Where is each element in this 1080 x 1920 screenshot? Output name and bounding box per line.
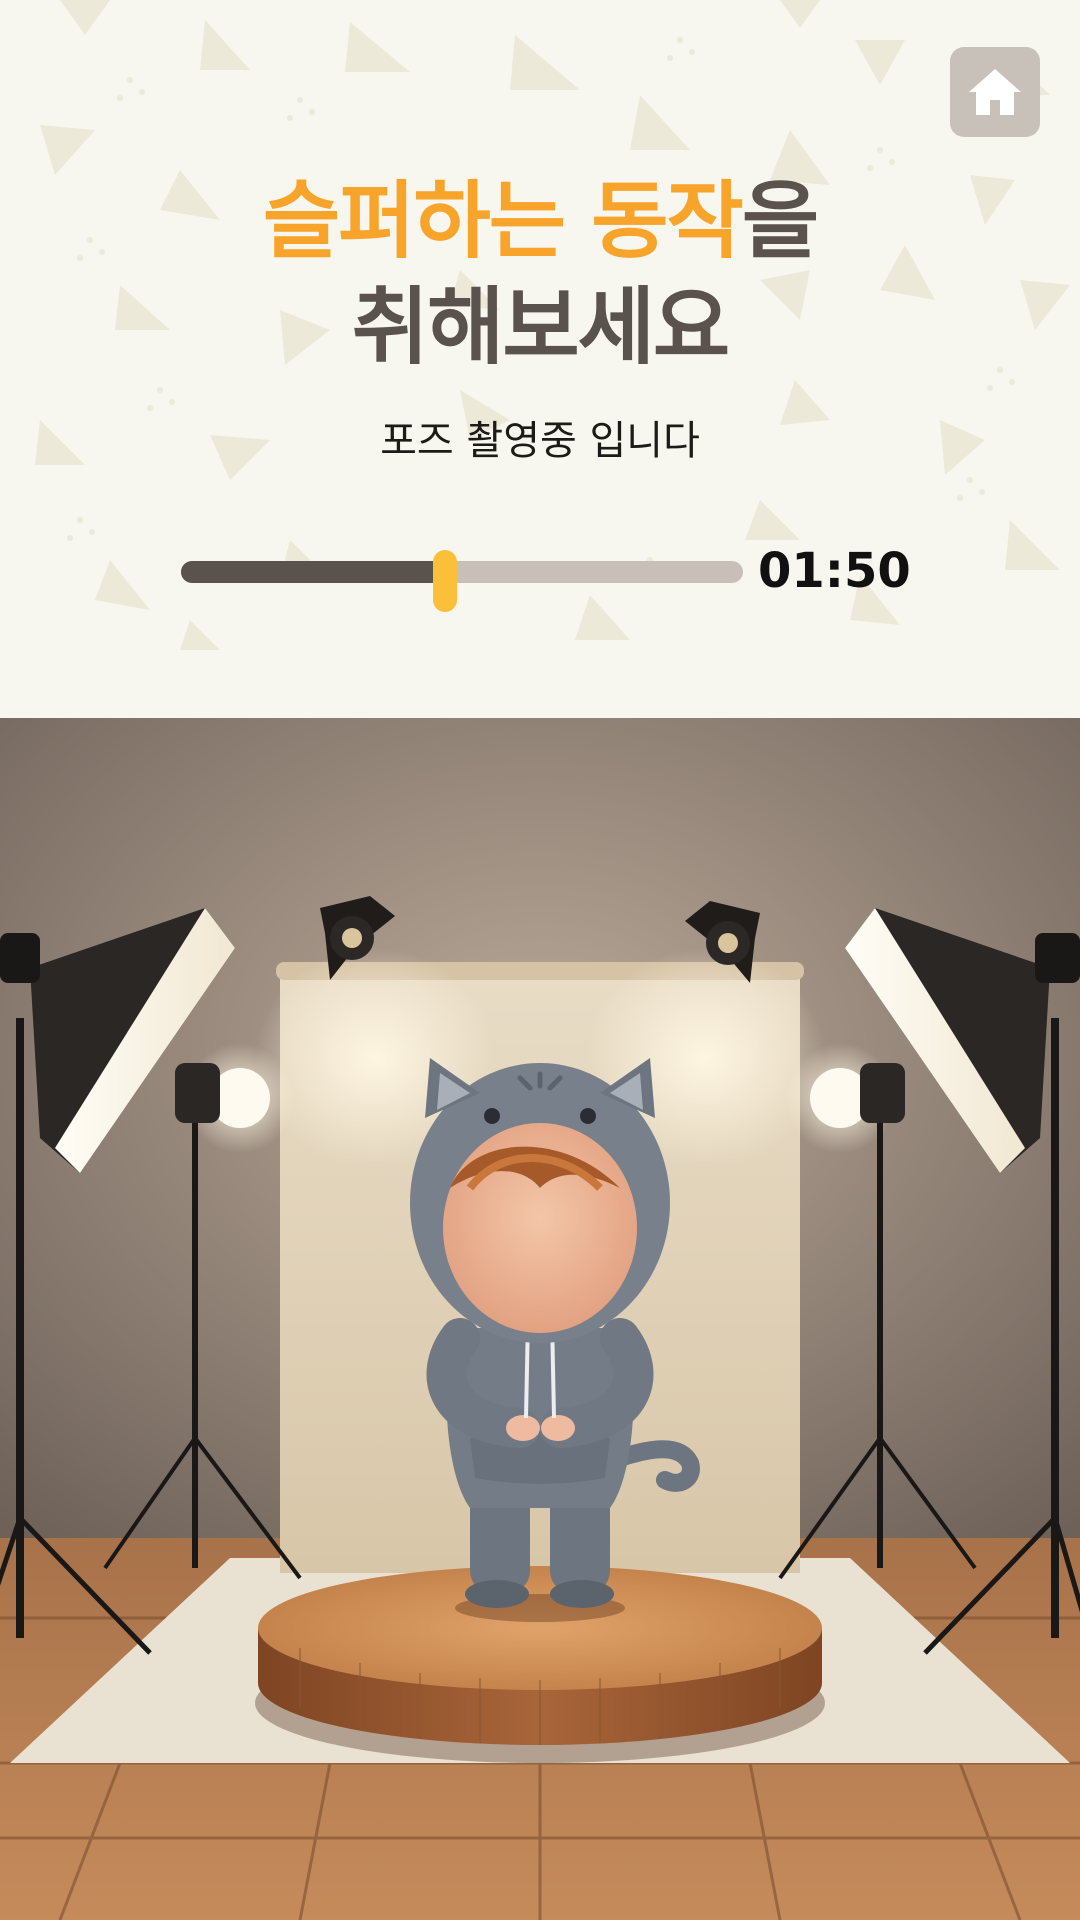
home-button[interactable] [950, 47, 1040, 137]
instruction-title-line2: 취해보세요 [351, 278, 730, 376]
status-text: 포즈 촬영중 입니다 [380, 418, 700, 464]
studio-illustration [0, 718, 1080, 1920]
home-icon [969, 69, 1021, 115]
progress-thumb[interactable] [433, 550, 458, 612]
instruction-highlight: 슬퍼하는 동작 [262, 172, 744, 270]
instruction-title-line1: 슬퍼하는 동작을 [0, 168, 1080, 274]
countdown-timer: 01:50 [758, 543, 911, 599]
studio-scene [0, 718, 1080, 1920]
instruction-title: 슬퍼하는 동작을 취해보세요 [0, 168, 1080, 380]
instruction-suffix: 을 [741, 172, 819, 270]
progress-bar[interactable] [181, 550, 743, 612]
progress-fill [181, 561, 446, 583]
instruction-panel: 슬퍼하는 동작을 취해보세요 포즈 촬영중 입니다 01:50 [0, 0, 1080, 718]
pose-capture-screen: 슬퍼하는 동작을 취해보세요 포즈 촬영중 입니다 01:50 [0, 0, 1080, 1920]
